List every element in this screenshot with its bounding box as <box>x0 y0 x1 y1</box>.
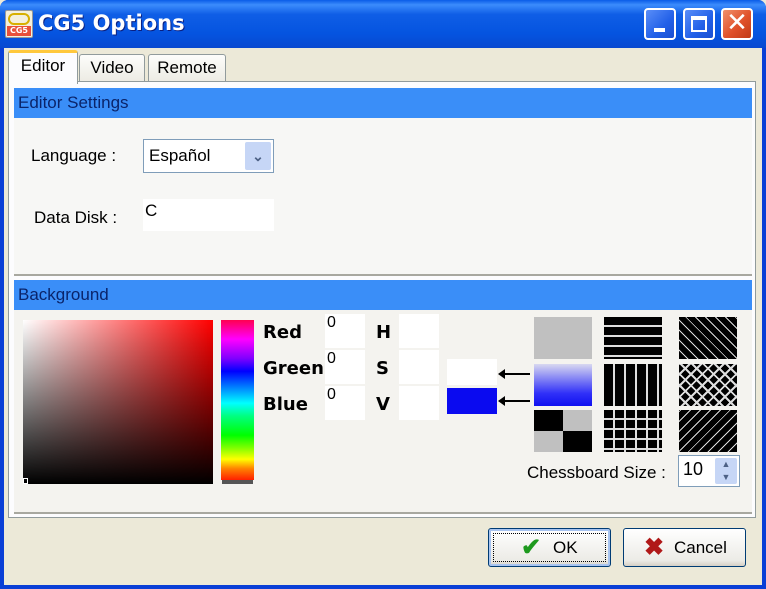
close-icon: ✕ <box>726 8 748 38</box>
tab-remote[interactable]: Remote <box>148 54 226 82</box>
green-label: Green <box>263 358 324 379</box>
red-label: Red <box>263 322 302 343</box>
editor-tab-panel: Editor Settings Language : Español ⌄ Dat… <box>8 81 756 518</box>
arrow-left-icon <box>498 396 530 406</box>
window-title: CG5 Options <box>38 11 185 35</box>
pattern-grid[interactable] <box>604 410 662 452</box>
cancel-label: Cancel <box>674 538 727 557</box>
chessboard-size-stepper[interactable]: 10 ▲ ▼ <box>678 455 740 487</box>
language-label: Language : <box>31 146 117 165</box>
value-label: V <box>376 394 390 415</box>
hue-slider[interactable] <box>221 320 254 480</box>
chessboard-size-value: 10 <box>683 459 704 479</box>
pattern-diagonal-down[interactable] <box>679 317 737 359</box>
background-color-swatch[interactable] <box>447 388 497 414</box>
app-icon: CG5 <box>5 10 33 38</box>
hue-label: H <box>376 322 392 343</box>
maximize-icon <box>691 16 707 32</box>
language-value: Español <box>149 146 211 165</box>
picker-cursor[interactable] <box>23 478 28 484</box>
cancel-button[interactable]: ✖ Cancel <box>623 528 746 567</box>
chessboard-size-label: Chessboard Size : <box>527 463 666 482</box>
pattern-crosshatch[interactable] <box>679 364 737 406</box>
value-input[interactable] <box>399 386 439 420</box>
tab-video[interactable]: Video <box>79 54 145 82</box>
pattern-solid-gray[interactable] <box>534 317 592 359</box>
x-icon: ✖ <box>644 534 665 561</box>
data-disk-label: Data Disk : <box>34 208 118 227</box>
editor-settings-header: Editor Settings <box>14 88 752 118</box>
tab-editor[interactable]: Editor <box>8 50 78 84</box>
pattern-vertical-lines[interactable] <box>604 364 662 406</box>
checkmark-icon: ✔ <box>521 534 542 561</box>
ok-label: OK <box>553 538 578 557</box>
data-disk-value: C <box>145 201 158 220</box>
saturation-input[interactable] <box>399 350 439 384</box>
editor-settings-group: Language : Español ⌄ Data Disk : C <box>14 118 752 276</box>
background-header: Background <box>14 280 752 310</box>
data-disk-input[interactable]: C <box>143 199 274 231</box>
minimize-icon <box>654 28 665 32</box>
hue-slider-handle[interactable] <box>222 480 253 484</box>
foreground-color-swatch[interactable] <box>447 359 497 385</box>
pattern-diagonal-up[interactable] <box>679 410 737 452</box>
title-bar[interactable]: CG5 CG5 Options ✕ <box>0 0 766 48</box>
focus-rectangle <box>493 533 606 562</box>
ok-button[interactable]: ✔ OK <box>488 528 611 567</box>
pattern-gradient[interactable] <box>534 364 592 406</box>
spin-up-icon[interactable]: ▲ <box>715 458 737 471</box>
maximize-button[interactable] <box>683 8 715 40</box>
hue-input[interactable] <box>399 314 439 348</box>
arrow-left-icon <box>498 369 530 379</box>
dialog-client: Editor Video Remote Editor Settings Lang… <box>4 48 762 585</box>
red-input[interactable]: 0 <box>325 314 365 348</box>
options-window: CG5 CG5 Options ✕ Editor Video Remote Ed… <box>0 0 766 589</box>
spin-down-icon[interactable]: ▼ <box>715 471 737 484</box>
blue-label: Blue <box>263 394 308 415</box>
stepper-buttons: ▲ ▼ <box>715 458 737 484</box>
language-select[interactable]: Español ⌄ <box>143 139 274 173</box>
blue-input[interactable]: 0 <box>325 386 365 420</box>
background-group: Red Green Blue 0 0 0 H S V Chessboard Si… <box>14 310 752 514</box>
pattern-chessboard[interactable] <box>534 410 592 452</box>
saturation-value-picker[interactable] <box>23 320 213 484</box>
minimize-button[interactable] <box>644 8 676 40</box>
saturation-label: S <box>376 358 389 379</box>
close-button[interactable]: ✕ <box>721 8 753 40</box>
pattern-horizontal-lines[interactable] <box>604 317 662 359</box>
chevron-down-icon[interactable]: ⌄ <box>245 142 271 170</box>
green-input[interactable]: 0 <box>325 350 365 384</box>
